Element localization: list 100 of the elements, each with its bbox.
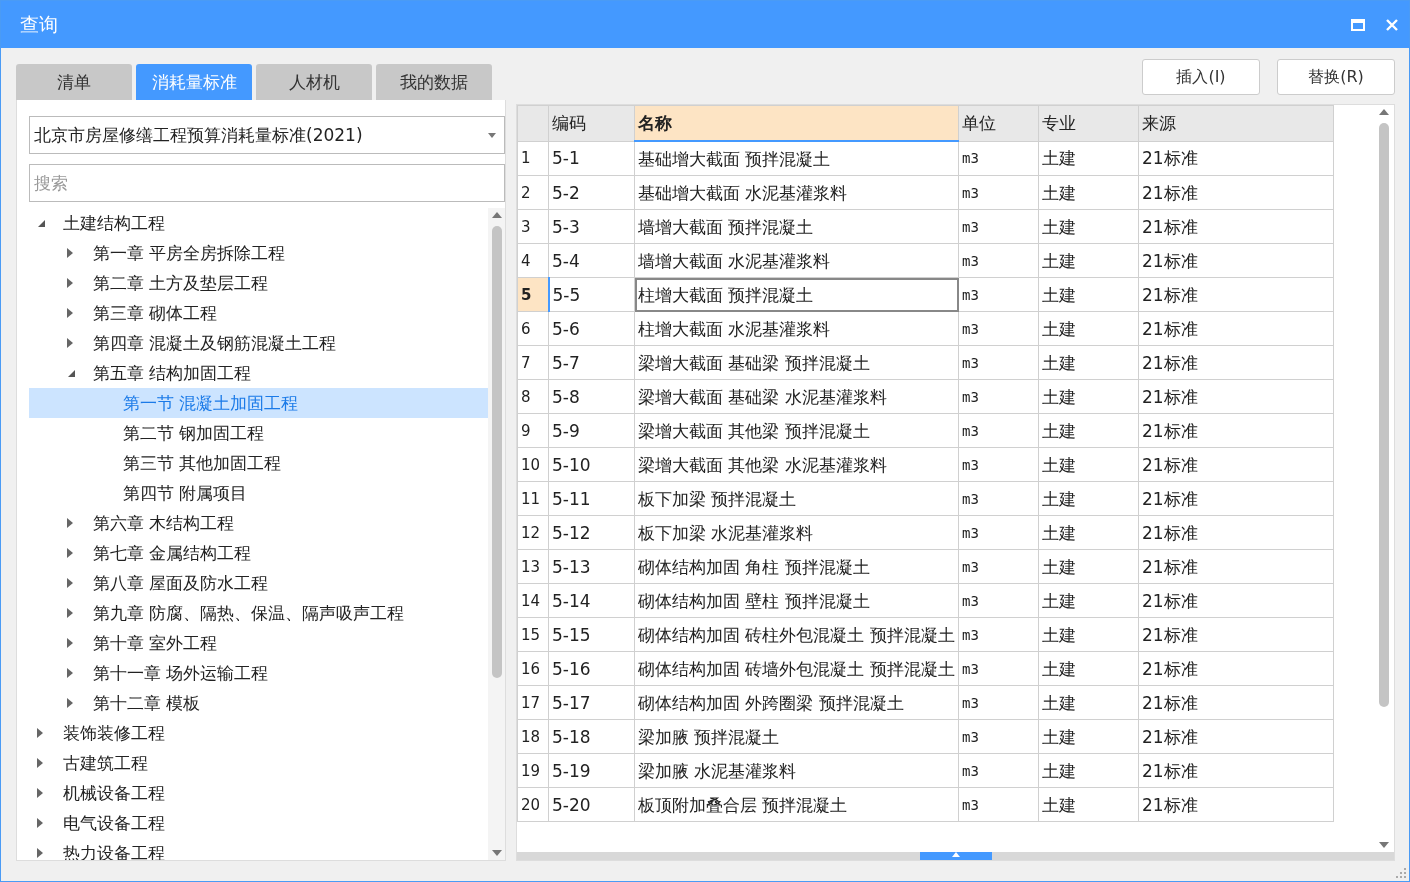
- collapsed-icon[interactable]: [67, 578, 73, 588]
- row-number[interactable]: 10: [517, 447, 549, 482]
- collapsed-icon[interactable]: [67, 668, 73, 678]
- row-number[interactable]: 1: [517, 141, 549, 176]
- tree-item[interactable]: 第十二章 模板: [29, 688, 488, 718]
- row-number[interactable]: 3: [517, 209, 549, 244]
- row-number[interactable]: 7: [517, 345, 549, 380]
- collapsed-icon[interactable]: [67, 638, 73, 648]
- tree-item[interactable]: 第三章 砌体工程: [29, 298, 488, 328]
- table-cell: 基础增大截面 水泥基灌浆料: [634, 175, 959, 210]
- tab[interactable]: 我的数据: [376, 64, 492, 100]
- row-number[interactable]: 8: [517, 379, 549, 414]
- column-header[interactable]: 单位: [958, 105, 1039, 141]
- collapsed-icon[interactable]: [67, 608, 73, 618]
- table-cell: 土建: [1038, 175, 1139, 210]
- collapsed-icon[interactable]: [37, 788, 43, 798]
- table-cell: 5-7: [548, 345, 635, 380]
- table-cell: 5-12: [548, 515, 635, 550]
- expanded-icon[interactable]: [67, 368, 76, 378]
- table-cell: 梁增大截面 基础梁 预拌混凝土: [634, 345, 959, 380]
- table-cell: 5-17: [548, 685, 635, 720]
- tree-item[interactable]: 第六章 木结构工程: [29, 508, 488, 538]
- expand-up-icon[interactable]: [951, 852, 960, 857]
- row-number[interactable]: 5: [517, 277, 549, 312]
- table-cell: 墙增大截面 预拌混凝土: [634, 209, 959, 244]
- collapsed-icon[interactable]: [67, 338, 73, 348]
- row-number[interactable]: 9: [517, 413, 549, 448]
- tree-item[interactable]: 第五章 结构加固工程: [29, 358, 488, 388]
- table-cell: 土建: [1038, 617, 1139, 652]
- collapsed-icon[interactable]: [37, 758, 43, 768]
- table-cell: 土建: [1038, 787, 1139, 822]
- collapsed-icon[interactable]: [37, 728, 43, 738]
- table-cell: 土建: [1038, 141, 1139, 176]
- collapsed-icon[interactable]: [67, 278, 73, 288]
- table-cell: 土建: [1038, 209, 1139, 244]
- row-number[interactable]: 17: [517, 685, 549, 720]
- tree-item[interactable]: 电气设备工程: [29, 808, 488, 838]
- collapsed-icon[interactable]: [37, 848, 43, 858]
- row-number[interactable]: 15: [517, 617, 549, 652]
- collapsed-icon[interactable]: [67, 518, 73, 528]
- scroll-down-icon[interactable]: [491, 850, 502, 856]
- row-number[interactable]: 19: [517, 753, 549, 788]
- tree-item[interactable]: 古建筑工程: [29, 748, 488, 778]
- table-cell: m3: [958, 345, 1039, 380]
- table-cell: m3: [958, 277, 1039, 312]
- column-header[interactable]: 编码: [548, 105, 635, 141]
- collapsed-icon[interactable]: [67, 548, 73, 558]
- row-number[interactable]: 13: [517, 549, 549, 584]
- column-header[interactable]: 专业: [1038, 105, 1139, 141]
- table-cell: 21标准: [1138, 243, 1334, 278]
- row-number[interactable]: 11: [517, 481, 549, 516]
- tree-item[interactable]: 第四节 附属项目: [29, 478, 488, 508]
- table-cell: 5-6: [548, 311, 635, 346]
- table-cell: 土建: [1038, 583, 1139, 618]
- table-cell: m3: [958, 141, 1039, 176]
- tree-item[interactable]: 土建结构工程: [29, 208, 488, 238]
- close-icon[interactable]: [1385, 17, 1399, 32]
- library-dropdown[interactable]: 北京市房屋修缮工程预算消耗量标准(2021): [29, 116, 505, 154]
- column-header[interactable]: 名称: [634, 105, 959, 141]
- collapsed-icon[interactable]: [67, 698, 73, 708]
- action-button[interactable]: 插入(I): [1142, 59, 1260, 95]
- tree-item[interactable]: 第十一章 场外运输工程: [29, 658, 488, 688]
- row-number[interactable]: 18: [517, 719, 549, 754]
- table-cell: 土建: [1038, 311, 1139, 346]
- collapsed-icon[interactable]: [67, 248, 73, 258]
- scroll-up-icon[interactable]: [1378, 109, 1389, 115]
- tree-item[interactable]: 机械设备工程: [29, 778, 488, 808]
- column-header[interactable]: 来源: [1138, 105, 1334, 141]
- tree-item[interactable]: 第二节 钢加固工程: [29, 418, 488, 448]
- tree-item[interactable]: 第二章 土方及垫层工程: [29, 268, 488, 298]
- resize-grip-icon[interactable]: [1396, 868, 1406, 878]
- tree-item[interactable]: 第三节 其他加固工程: [29, 448, 488, 478]
- scroll-down-icon[interactable]: [1378, 842, 1389, 848]
- row-number[interactable]: 12: [517, 515, 549, 550]
- row-number[interactable]: 6: [517, 311, 549, 346]
- table-cell: 21标准: [1138, 753, 1334, 788]
- scroll-up-icon[interactable]: [491, 212, 502, 218]
- tree-item[interactable]: 第四章 混凝土及钢筋混凝土工程: [29, 328, 488, 358]
- row-number[interactable]: 20: [517, 787, 549, 822]
- search-field[interactable]: 搜索: [29, 164, 505, 202]
- expanded-icon[interactable]: [37, 218, 46, 228]
- scrollbar[interactable]: [488, 208, 505, 860]
- row-number[interactable]: 16: [517, 651, 549, 686]
- tree-item[interactable]: 第十章 室外工程: [29, 628, 488, 658]
- tree-item[interactable]: 第七章 金属结构工程: [29, 538, 488, 568]
- action-button[interactable]: 替换(R): [1277, 59, 1395, 95]
- tree-item[interactable]: 第一章 平房全房拆除工程: [29, 238, 488, 268]
- tree-item[interactable]: 第八章 屋面及防水工程: [29, 568, 488, 598]
- tab[interactable]: 清单: [16, 64, 132, 100]
- tab[interactable]: 人材机: [256, 64, 372, 100]
- tree-item[interactable]: 第九章 防腐、隔热、保温、隔声吸声工程: [29, 598, 488, 628]
- collapsed-icon[interactable]: [37, 818, 43, 828]
- row-number[interactable]: 2: [517, 175, 549, 210]
- row-number[interactable]: 4: [517, 243, 549, 278]
- row-number[interactable]: 14: [517, 583, 549, 618]
- collapsed-icon[interactable]: [67, 308, 73, 318]
- table-cell: 5-1: [548, 141, 635, 176]
- maximize-icon[interactable]: [1351, 18, 1365, 31]
- tree-item[interactable]: 装饰装修工程: [29, 718, 488, 748]
- table-cell: m3: [958, 549, 1039, 584]
